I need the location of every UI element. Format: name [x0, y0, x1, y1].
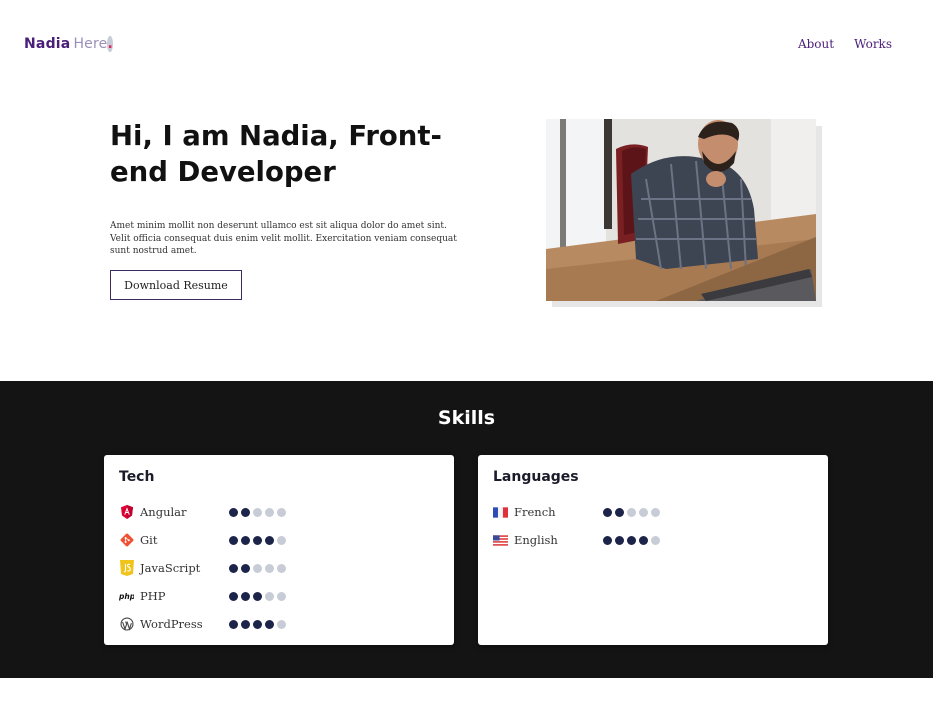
logo-dot: . [107, 36, 113, 52]
rating-dot-empty [277, 591, 286, 601]
rating-dot-empty [253, 507, 262, 517]
rating-dot-filled [229, 619, 238, 629]
rating-dot-filled [229, 563, 238, 573]
us-flag-icon [493, 533, 508, 548]
developer-at-laptop-illustration [546, 119, 816, 301]
skill-label: WordPress [140, 617, 203, 631]
skill-label: PHP [140, 589, 166, 603]
rating-dot-filled [253, 591, 262, 601]
rating-dot-filled [603, 535, 612, 545]
language-level-dots [603, 507, 660, 517]
page-footer-space [0, 678, 933, 723]
rating-dot-filled [241, 619, 250, 629]
rating-dot-empty [277, 535, 286, 545]
language-label: French [514, 505, 556, 519]
rating-dot-filled [603, 507, 612, 517]
rating-dot-empty [265, 591, 274, 601]
rating-dot-empty [277, 619, 286, 629]
skill-row-git: Git [119, 532, 286, 548]
logo-first-name: Nadia [24, 36, 71, 52]
rating-dot-empty [639, 507, 648, 517]
skill-label: Git [140, 533, 158, 547]
skills-section: Skills Tech Angular Git JavaScript php P… [0, 381, 933, 678]
rating-dot-filled [241, 507, 250, 517]
nav-link-about[interactable]: About [798, 37, 834, 51]
language-level-dots [603, 535, 660, 545]
skill-label: Angular [140, 505, 187, 519]
skill-level-dots [229, 563, 286, 573]
rating-dot-filled [265, 619, 274, 629]
skill-level-dots [229, 591, 286, 601]
france-flag-icon [493, 505, 508, 520]
php-icon: php [119, 589, 134, 604]
skill-row-angular: Angular [119, 504, 286, 520]
skill-row-php: php PHP [119, 588, 286, 604]
rating-dot-filled [253, 535, 262, 545]
skill-row-wordpress: WordPress [119, 616, 286, 632]
rating-dot-empty [651, 507, 660, 517]
rating-dot-filled [615, 535, 624, 545]
hero-title: Hi, I am Nadia, Front-end Developer [110, 120, 442, 188]
rating-dot-filled [265, 535, 274, 545]
main-nav: About Works [798, 37, 892, 51]
rating-dot-filled [639, 535, 648, 545]
hero-photo [546, 119, 816, 301]
language-label: English [514, 533, 558, 547]
rating-dot-empty [627, 507, 636, 517]
rating-dot-filled [241, 591, 250, 601]
rating-dot-filled [229, 507, 238, 517]
skill-row-javascript: JavaScript [119, 560, 286, 576]
svg-text:php: php [119, 592, 134, 601]
logo-second-word: Here [73, 36, 108, 52]
tech-skills-card: Tech Angular Git JavaScript php PHP Word… [104, 455, 454, 645]
download-resume-button[interactable]: Download Resume [110, 270, 242, 300]
languages-card-title: Languages [493, 469, 579, 485]
skill-level-dots [229, 619, 286, 629]
skill-label: JavaScript [140, 561, 201, 575]
rating-dot-empty [265, 507, 274, 517]
rating-dot-filled [253, 619, 262, 629]
rating-dot-empty [277, 563, 286, 573]
rating-dot-empty [277, 507, 286, 517]
git-icon [119, 533, 134, 548]
rating-dot-filled [229, 535, 238, 545]
rating-dot-empty [265, 563, 274, 573]
skill-level-dots [229, 507, 286, 517]
angular-icon [119, 505, 134, 520]
language-row-english: English [493, 532, 660, 548]
tech-card-title: Tech [119, 469, 155, 485]
skills-title: Skills [437, 407, 496, 429]
rating-dot-empty [651, 535, 660, 545]
rating-dot-filled [241, 563, 250, 573]
rating-dot-empty [253, 563, 262, 573]
rating-dot-filled [241, 535, 250, 545]
skill-level-dots [229, 535, 286, 545]
wordpress-icon [119, 617, 134, 632]
logo[interactable]: Nadia Here. [24, 36, 113, 52]
rating-dot-filled [615, 507, 624, 517]
hero-description: Amet minim mollit non deserunt ullamco e… [110, 221, 457, 257]
languages-card: Languages French English [478, 455, 828, 645]
nav-link-works[interactable]: Works [854, 37, 892, 51]
language-row-french: French [493, 504, 660, 520]
rating-dot-filled [229, 591, 238, 601]
rating-dot-filled [627, 535, 636, 545]
javascript-icon [119, 560, 134, 576]
